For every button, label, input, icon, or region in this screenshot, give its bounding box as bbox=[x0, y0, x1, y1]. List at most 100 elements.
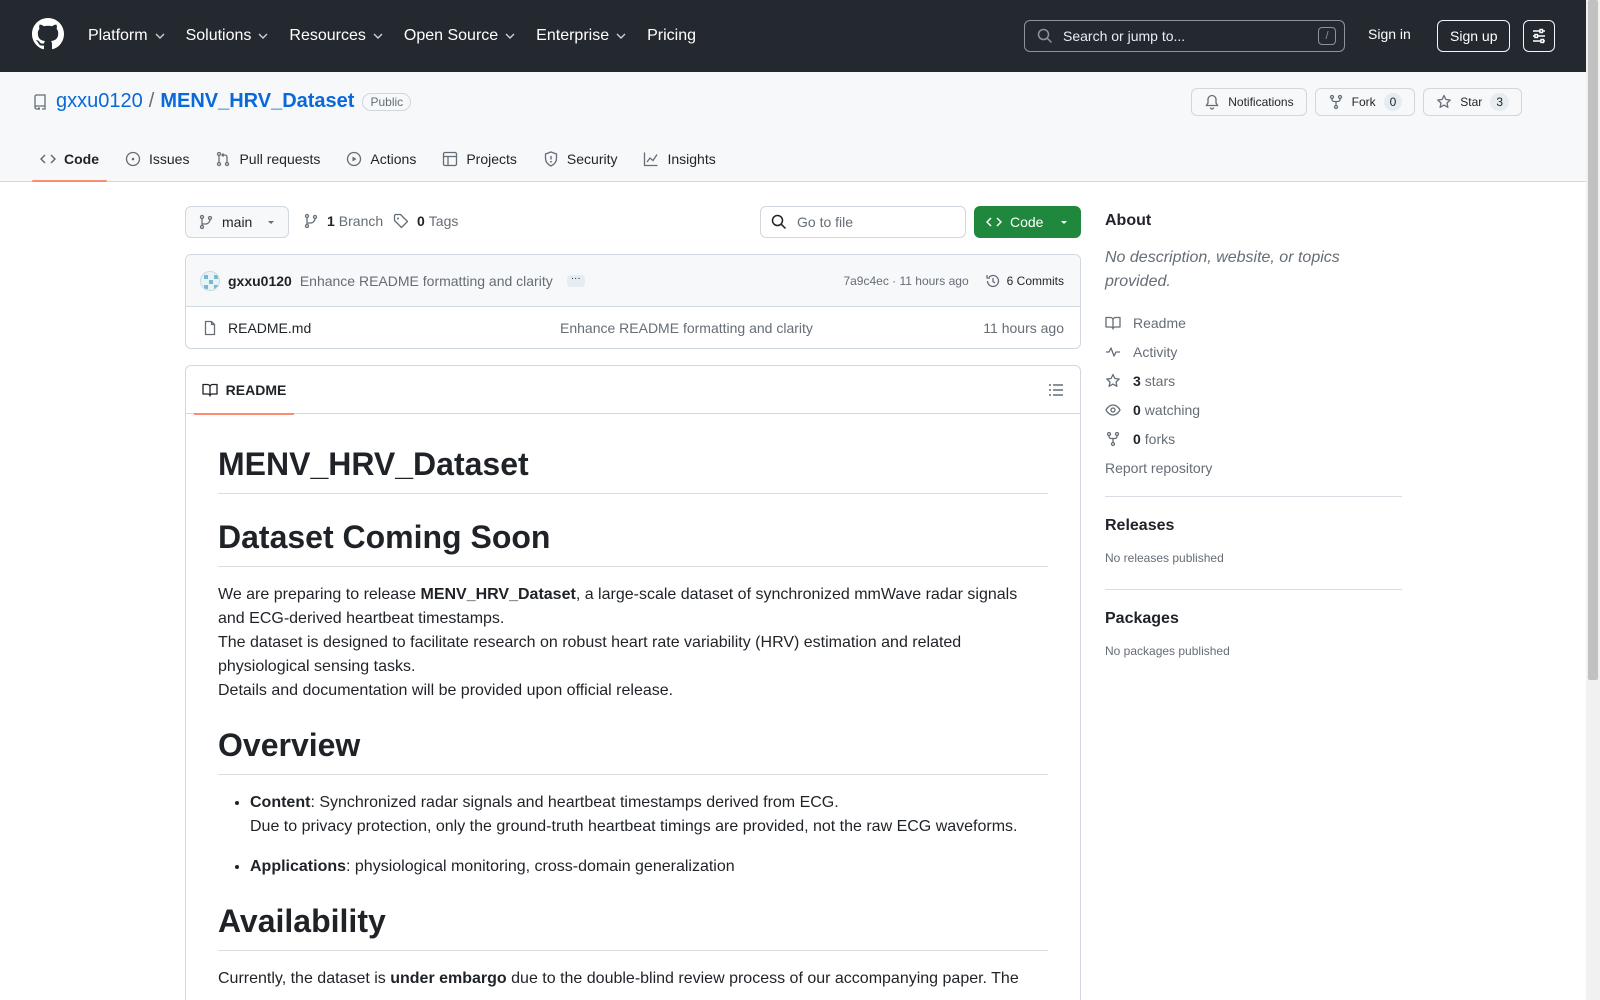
book-icon bbox=[1105, 316, 1121, 330]
availability-paragraph: Currently, the dataset is under embargo … bbox=[218, 967, 1048, 991]
activity-link[interactable]: Activity bbox=[1105, 337, 1402, 366]
watching-label: watching bbox=[1144, 401, 1201, 418]
avatar[interactable] bbox=[200, 270, 220, 291]
report-label: Report repository bbox=[1105, 459, 1213, 476]
heading-availability: Availability bbox=[218, 903, 1048, 951]
issue-icon bbox=[125, 151, 141, 167]
fork-label: Fork bbox=[1351, 95, 1376, 109]
stars-count: 3 bbox=[1133, 372, 1141, 389]
table-row[interactable]: README.md Enhance README formatting and … bbox=[186, 307, 1080, 348]
branches-link[interactable]: 1 Branch bbox=[303, 213, 383, 229]
chevron-down-icon bbox=[505, 33, 515, 39]
repo-owner-link[interactable]: gxxu0120 bbox=[56, 90, 143, 113]
global-header: Platform Solutions Resources Open Source… bbox=[0, 0, 1586, 72]
nav-label: Pricing bbox=[647, 27, 696, 44]
repo-actions: Notifications Fork 0 Star 3 bbox=[1183, 88, 1522, 116]
identicon-icon bbox=[204, 274, 218, 289]
tab-pull-requests[interactable]: Pull requests bbox=[207, 136, 328, 182]
file-name-link[interactable]: README.md bbox=[228, 320, 311, 336]
nav-platform[interactable]: Platform bbox=[88, 27, 166, 45]
go-to-file-input[interactable]: Go to file bbox=[760, 206, 966, 238]
history-icon bbox=[986, 274, 999, 288]
chevron-down-icon bbox=[616, 33, 626, 39]
nav-solutions[interactable]: Solutions bbox=[186, 27, 270, 45]
tag-icon bbox=[393, 213, 409, 229]
tab-actions[interactable]: Actions bbox=[338, 136, 424, 182]
releases-heading[interactable]: Releases bbox=[1105, 517, 1402, 535]
commit-message-link[interactable]: Enhance README formatting and clarity bbox=[300, 273, 553, 289]
nav-open-source[interactable]: Open Source bbox=[404, 27, 516, 45]
sign-in-link[interactable]: Sign in bbox=[1368, 26, 1411, 42]
packages-heading[interactable]: Packages bbox=[1105, 610, 1402, 628]
commits-history-link[interactable]: 6 Commits bbox=[985, 273, 1064, 289]
scrollbar-thumb[interactable] bbox=[1588, 0, 1598, 680]
file-commit-message-link[interactable]: Enhance README formatting and clarity bbox=[560, 320, 813, 336]
pulse-icon bbox=[1106, 346, 1120, 357]
repository-header: gxxu0120 / MENV_HRV_Dataset Public Notif… bbox=[0, 72, 1586, 182]
tab-issues[interactable]: Issues bbox=[117, 136, 197, 182]
settings-menu-button[interactable] bbox=[1523, 20, 1555, 52]
nav-pricing[interactable]: Pricing bbox=[647, 27, 696, 45]
forks-count: 0 bbox=[1133, 430, 1141, 447]
page-scrollbar[interactable] bbox=[1586, 0, 1600, 1000]
tags-link[interactable]: 0 Tags bbox=[393, 213, 458, 229]
branch-icon bbox=[199, 214, 213, 230]
notifications-button[interactable]: Notifications bbox=[1191, 88, 1307, 116]
list-item-text: : physiological monitoring, cross-domain… bbox=[346, 858, 735, 875]
graph-icon bbox=[644, 152, 659, 167]
global-search-input[interactable]: Search or jump to... / bbox=[1024, 20, 1345, 52]
about-description: No description, website, or topics provi… bbox=[1105, 249, 1340, 290]
outline-button[interactable] bbox=[1048, 382, 1064, 398]
tab-code[interactable]: Code bbox=[32, 136, 107, 182]
releases-empty-text: No releases published bbox=[1105, 551, 1224, 565]
activity-link-label: Activity bbox=[1133, 343, 1178, 360]
repo-sidebar: About No description, website, or topics… bbox=[1105, 212, 1402, 658]
notifications-label: Notifications bbox=[1228, 95, 1294, 109]
branch-count: 1 bbox=[327, 213, 335, 229]
intro-text: We are preparing to release bbox=[218, 586, 421, 603]
branch-name: main bbox=[222, 214, 253, 230]
sign-up-button[interactable]: Sign up bbox=[1437, 20, 1511, 52]
nav-resources[interactable]: Resources bbox=[289, 27, 383, 45]
tab-label: Insights bbox=[667, 151, 716, 167]
github-logo-icon[interactable] bbox=[32, 18, 64, 50]
report-repository-link[interactable]: Report repository bbox=[1105, 453, 1402, 482]
readme-link[interactable]: Readme bbox=[1105, 308, 1402, 337]
forks-link[interactable]: 0 forks bbox=[1105, 424, 1402, 453]
commit-author-link[interactable]: gxxu0120 bbox=[228, 273, 292, 289]
branch-selector[interactable]: main bbox=[185, 206, 289, 238]
repo-tabs: Code Issues Pull requests Actions Projec… bbox=[32, 136, 734, 182]
readme-content: MENV_HRV_Dataset Dataset Coming Soon We … bbox=[186, 414, 1080, 991]
readme-link-label: Readme bbox=[1133, 314, 1186, 331]
file-icon bbox=[204, 320, 216, 336]
search-icon bbox=[1037, 28, 1053, 44]
star-button[interactable]: Star 3 bbox=[1423, 88, 1522, 116]
stars-link[interactable]: 3 stars bbox=[1105, 366, 1402, 395]
readme-tab-label: README bbox=[225, 382, 287, 398]
repo-name-link[interactable]: MENV_HRV_Dataset bbox=[160, 90, 354, 113]
nav-label: Solutions bbox=[185, 27, 252, 44]
readme-tab[interactable]: README bbox=[194, 366, 294, 415]
nav-enterprise[interactable]: Enterprise bbox=[536, 27, 627, 45]
pull-request-icon bbox=[217, 151, 230, 167]
branch-icon bbox=[304, 213, 318, 229]
caret-down-icon bbox=[268, 221, 274, 224]
watching-link[interactable]: 0 watching bbox=[1105, 395, 1402, 424]
fork-button[interactable]: Fork 0 bbox=[1314, 88, 1416, 116]
commit-hash-time[interactable]: 7a9c4ec · 11 hours ago bbox=[843, 274, 968, 288]
tab-projects[interactable]: Projects bbox=[434, 136, 525, 182]
tab-label: Actions bbox=[370, 151, 417, 167]
tab-label: Issues bbox=[149, 151, 190, 167]
list-item-bold: Applications bbox=[250, 858, 347, 875]
go-to-file-placeholder: Go to file bbox=[797, 214, 854, 230]
code-dropdown-button[interactable]: Code bbox=[974, 206, 1081, 238]
intro-text: Details and documentation will be provid… bbox=[218, 682, 674, 699]
main-nav: Platform Solutions Resources Open Source… bbox=[88, 0, 716, 72]
tab-insights[interactable]: Insights bbox=[635, 136, 723, 182]
expand-commit-button[interactable]: ··· bbox=[566, 273, 585, 287]
star-count: 3 bbox=[1490, 93, 1509, 111]
search-shortcut-key: / bbox=[1318, 27, 1336, 45]
intro-bold: MENV_HRV_Dataset bbox=[420, 586, 576, 603]
tab-security[interactable]: Security bbox=[535, 136, 626, 182]
intro-paragraph: We are preparing to release MENV_HRV_Dat… bbox=[218, 583, 1048, 703]
